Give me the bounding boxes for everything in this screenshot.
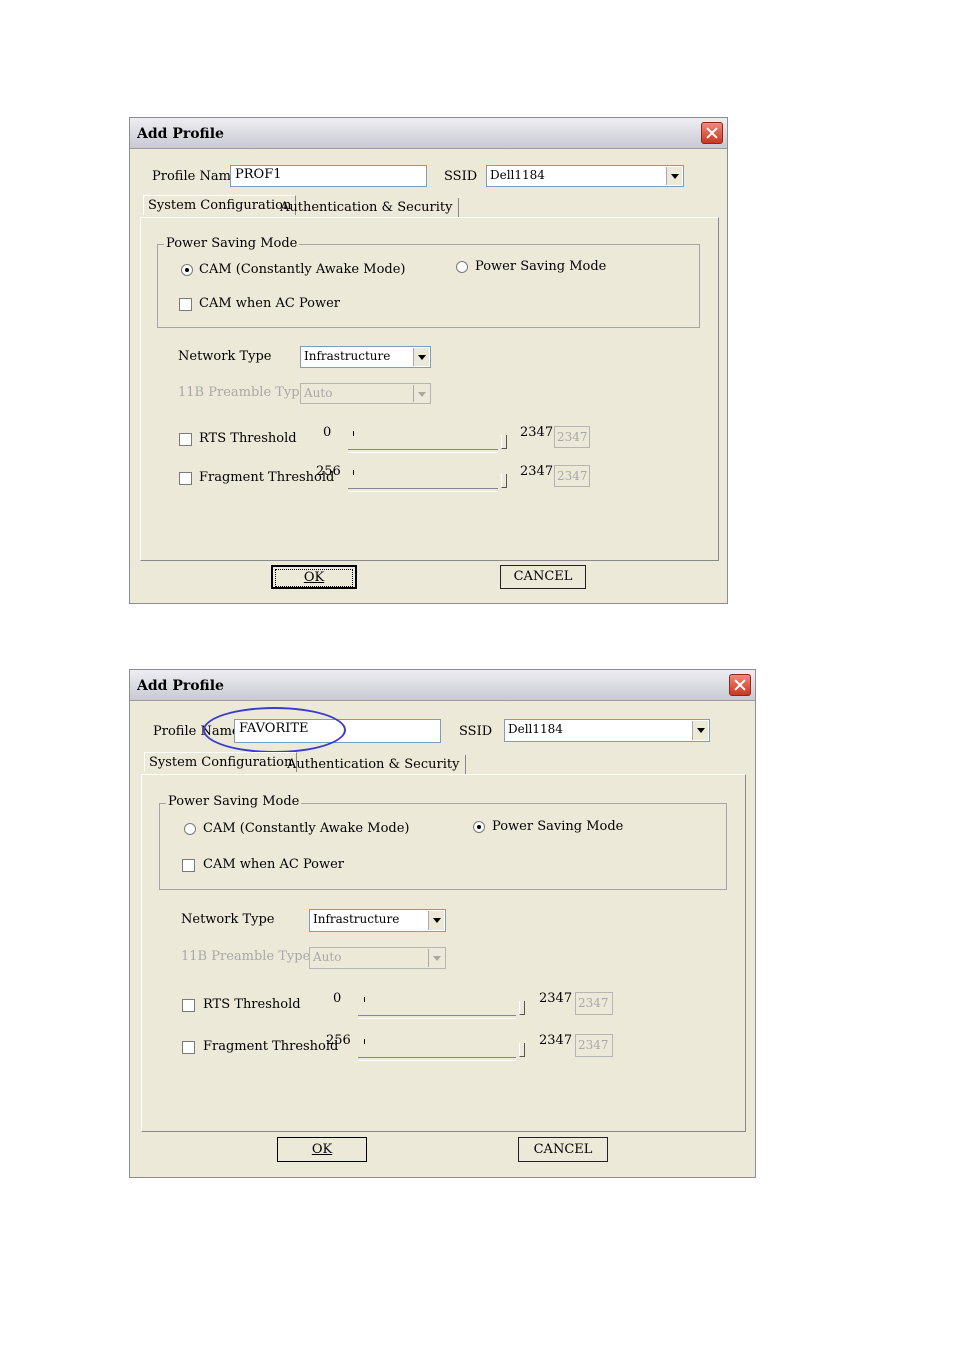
ssid-label: SSID [444,169,478,184]
network-type-dropdown[interactable]: Infrastructure [309,909,446,932]
network-type-value: Infrastructure [313,912,400,926]
network-type-label: Network Type [178,349,272,364]
rts-threshold-label: RTS Threshold [203,997,301,1012]
tab-authentication-security[interactable]: Authentication & Security [274,198,460,217]
title-bar[interactable]: Add Profile [130,670,755,701]
cam-ac-power-label: CAM when AC Power [203,857,345,872]
fragment-threshold-checkbox[interactable] [179,472,192,485]
tab-authentication-security[interactable]: Authentication & Security [281,755,467,774]
ok-button[interactable]: OK [277,1137,367,1162]
chevron-down-icon[interactable] [666,167,682,185]
fragment-value-field: 2347 [554,465,590,487]
rts-threshold-checkbox[interactable] [179,433,192,446]
power-saving-radio-label: Power Saving Mode [475,259,607,274]
cam-ac-power-checkbox[interactable] [179,298,192,311]
cam-radio-label: CAM (Constantly Awake Mode) [203,821,410,836]
profile-name-input[interactable]: PROF1 [230,165,427,187]
close-icon[interactable] [729,674,751,696]
fragment-max-label: 2347 [520,464,554,479]
power-saving-radio[interactable] [473,821,485,833]
ssid-value: Dell1184 [508,722,563,736]
cancel-button-label: CANCEL [533,1142,593,1157]
chevron-down-icon[interactable] [692,721,708,740]
preamble-type-label: 11B Preamble Type [178,385,308,400]
chevron-down-icon [428,949,444,967]
cam-radio-label: CAM (Constantly Awake Mode) [199,262,406,277]
cam-ac-power-checkbox[interactable] [182,859,195,872]
power-saving-group-label: Power Saving Mode [164,236,300,251]
chevron-down-icon [413,385,429,402]
rts-max-label: 2347 [539,991,573,1006]
system-configuration-panel: Power Saving Mode CAM (Constantly Awake … [141,774,746,1132]
cam-radio[interactable] [181,264,193,276]
rts-min-label: 0 [333,991,342,1006]
preamble-type-value: Auto [304,386,333,400]
ssid-dropdown[interactable]: Dell1184 [486,165,684,187]
system-configuration-panel: Power Saving Mode CAM (Constantly Awake … [140,217,719,561]
fragment-threshold-label: Fragment Threshold [199,470,335,485]
rts-slider-thumb[interactable] [519,1001,525,1015]
dialog-title: Add Profile [137,126,224,142]
tab-system-configuration[interactable]: System Configuration [144,752,298,772]
power-saving-groupbox [159,803,727,890]
preamble-type-value: Auto [313,950,342,964]
fragment-slider-thumb[interactable] [501,474,507,488]
cam-radio[interactable] [184,823,196,835]
chevron-down-icon[interactable] [428,911,444,930]
rts-value-field: 2347 [575,992,613,1015]
rts-min-label: 0 [323,425,332,440]
ssid-dropdown[interactable]: Dell1184 [504,719,710,742]
rts-min-tick [353,431,354,436]
add-profile-dialog-2: Add Profile Profile Name FAVORITE SSID D… [129,669,756,1178]
ssid-label: SSID [459,724,493,739]
preamble-type-dropdown: Auto [309,947,446,969]
fragment-max-label: 2347 [539,1033,573,1048]
rts-slider-track[interactable] [348,449,498,453]
ok-button-label: OK [275,569,353,587]
preamble-type-label: 11B Preamble Type [181,949,311,964]
fragment-min-label: 256 [326,1033,351,1048]
rts-threshold-checkbox[interactable] [182,999,195,1012]
highlight-oval [203,707,346,753]
rts-slider-thumb[interactable] [501,435,507,449]
fragment-value-field: 2347 [575,1034,613,1057]
add-profile-dialog-1: Add Profile Profile Name PROF1 SSID Dell… [129,117,728,604]
power-saving-radio[interactable] [456,261,468,273]
fragment-threshold-checkbox[interactable] [182,1041,195,1054]
cancel-button[interactable]: CANCEL [500,565,586,589]
close-icon[interactable] [701,122,723,144]
cam-ac-power-label: CAM when AC Power [199,296,341,311]
fragment-min-label: 256 [316,464,341,479]
fragment-min-tick [353,470,354,475]
rts-min-tick [364,997,365,1002]
power-saving-radio-label: Power Saving Mode [492,819,624,834]
rts-value-field: 2347 [554,426,590,448]
title-bar[interactable]: Add Profile [130,118,727,149]
network-type-label: Network Type [181,912,275,927]
network-type-value: Infrastructure [304,349,391,363]
fragment-slider-track[interactable] [348,488,498,492]
ssid-value: Dell1184 [490,168,545,182]
fragment-threshold-label: Fragment Threshold [203,1039,339,1054]
cancel-button[interactable]: CANCEL [518,1137,608,1162]
power-saving-group-label: Power Saving Mode [166,794,302,809]
cancel-button-label: CANCEL [513,569,573,584]
fragment-slider-thumb[interactable] [519,1043,525,1057]
rts-threshold-label: RTS Threshold [199,431,297,446]
rts-max-label: 2347 [520,425,554,440]
rts-slider-track[interactable] [358,1015,516,1019]
network-type-dropdown[interactable]: Infrastructure [300,346,431,368]
preamble-type-dropdown: Auto [300,383,431,404]
power-saving-groupbox [157,244,700,328]
fragment-slider-track[interactable] [358,1057,516,1061]
chevron-down-icon[interactable] [413,348,429,366]
fragment-min-tick [364,1039,365,1044]
ok-button-label: OK [311,1142,333,1157]
profile-name-label: Profile Name [152,169,239,184]
dialog-title: Add Profile [137,678,224,694]
ok-button[interactable]: OK [271,565,357,589]
